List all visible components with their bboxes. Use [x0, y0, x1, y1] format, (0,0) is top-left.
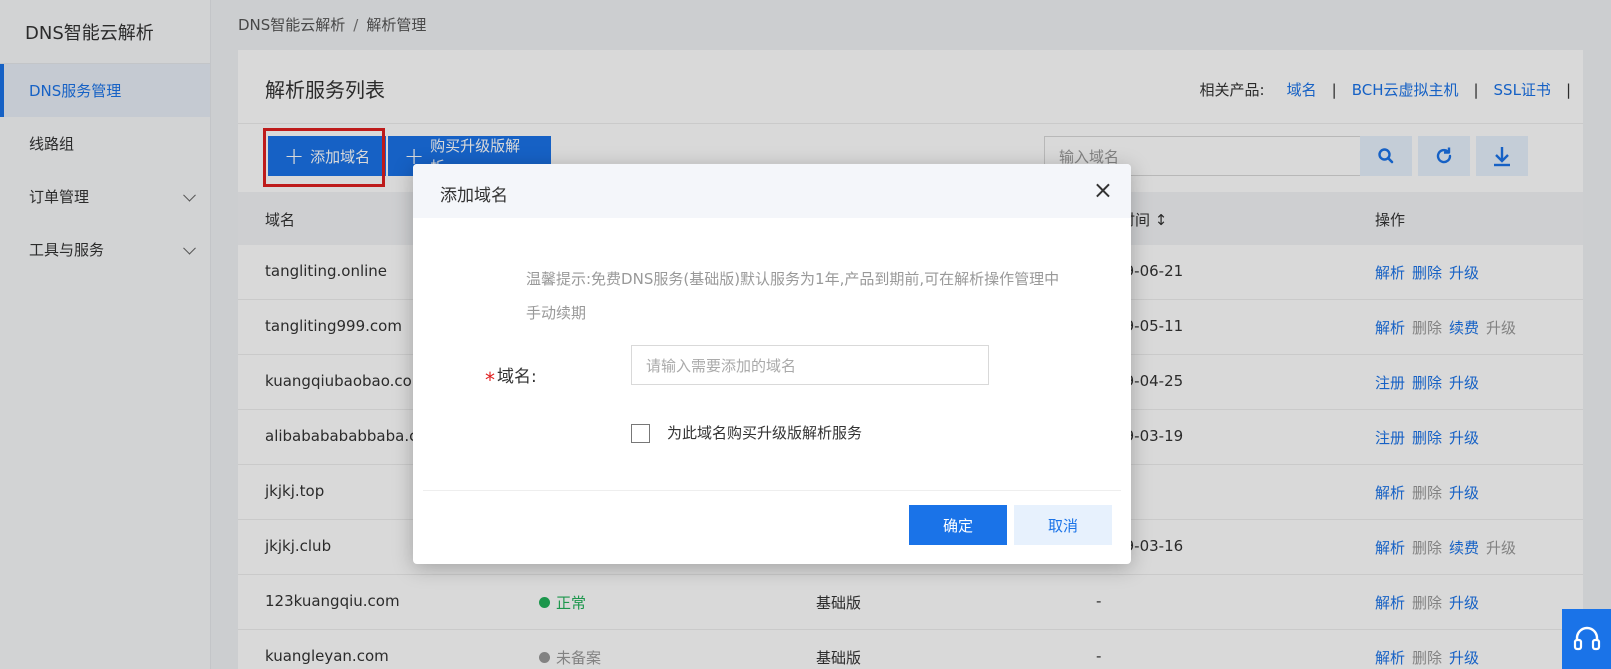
customer-service-button[interactable]	[1562, 609, 1611, 669]
domain-field-label: * 域名:	[485, 362, 537, 392]
domain-input-placeholder: 请输入需要添加的域名	[646, 356, 797, 375]
modal-title: 添加域名	[440, 186, 508, 206]
add-domain-modal: 添加域名 × 温馨提示:免费DNS服务(基础版)默认服务为1年,产品到期前,可在…	[413, 164, 1131, 564]
headset-icon	[1573, 626, 1600, 651]
upgrade-checkbox-label[interactable]: 为此域名购买升级版解析服务	[667, 422, 862, 443]
required-asterisk: *	[485, 368, 495, 392]
cancel-button[interactable]: 取消	[1014, 505, 1112, 545]
domain-input[interactable]: 请输入需要添加的域名	[631, 345, 989, 385]
close-icon[interactable]: ×	[1093, 176, 1113, 204]
upgrade-checkbox[interactable]	[631, 424, 650, 443]
domain-field-label-text: 域名:	[497, 367, 537, 387]
modal-tip: 温馨提示:免费DNS服务(基础版)默认服务为1年,产品到期前,可在解析操作管理中…	[526, 270, 1060, 322]
confirm-button[interactable]: 确定	[909, 505, 1007, 545]
divider	[423, 490, 1121, 491]
modal-header: 添加域名 ×	[413, 164, 1131, 218]
